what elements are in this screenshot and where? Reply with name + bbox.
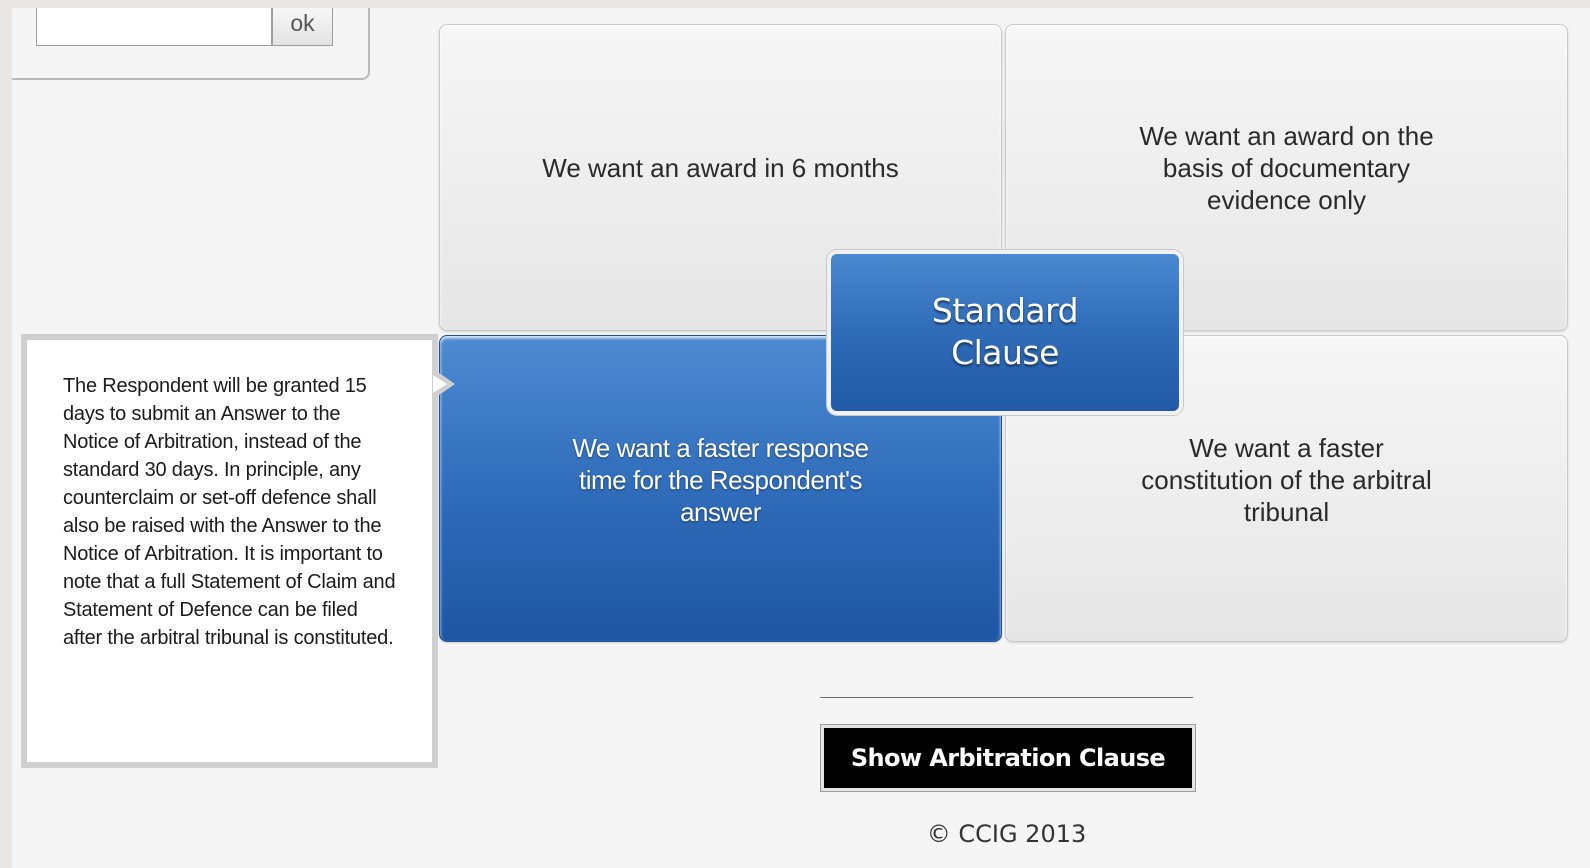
info-tooltip: The Respondent will be granted 15 days t… bbox=[21, 334, 438, 768]
standard-clause-button[interactable]: Standard Clause bbox=[827, 250, 1183, 415]
standard-clause-line2: Clause bbox=[951, 333, 1059, 372]
copyright: © CCIG 2013 bbox=[926, 820, 1087, 848]
info-text: The Respondent will be granted 15 days t… bbox=[63, 375, 396, 649]
option-label: We want a faster constitution of the arb… bbox=[1141, 433, 1432, 527]
ok-button[interactable]: ok bbox=[272, 8, 333, 46]
standard-clause-line1: Standard bbox=[931, 291, 1079, 330]
option-label: We want a faster response time for the R… bbox=[572, 433, 869, 527]
show-arbitration-clause-button[interactable]: Show Arbitration Clause bbox=[821, 725, 1195, 791]
tooltip-arrow-inner bbox=[433, 375, 447, 393]
divider bbox=[820, 697, 1193, 698]
search-input[interactable] bbox=[36, 8, 272, 46]
